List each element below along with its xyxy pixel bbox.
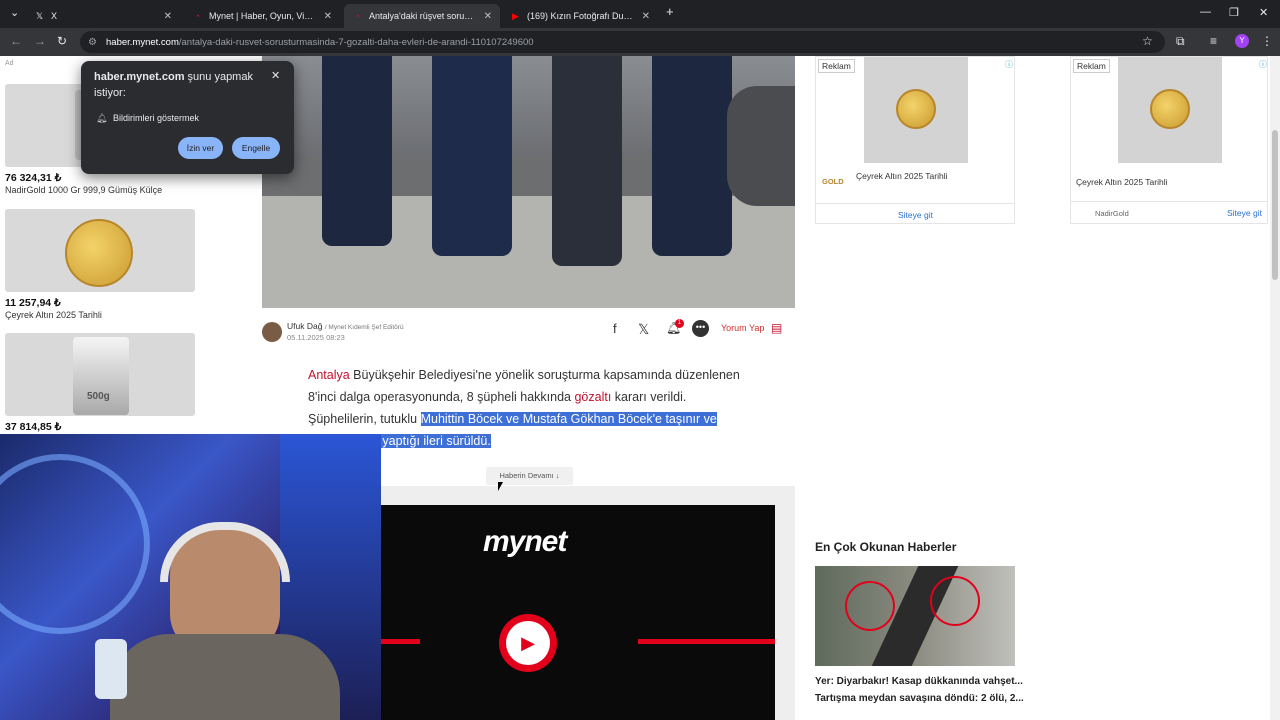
back-icon[interactable]: ←	[10, 34, 22, 48]
ad-product-image[interactable]	[5, 209, 195, 292]
play-button[interactable]: ▶	[499, 614, 557, 672]
mynet-icon: ◔	[354, 10, 361, 21]
address-bar: ← → ↻ ⚙ haber.mynet.com/antalya-daki-rus…	[0, 28, 1280, 56]
publish-date: 05.11.2025 08:23	[287, 333, 345, 342]
minimize-icon[interactable]: —	[1200, 6, 1211, 18]
profile-avatar[interactable]: Y	[1235, 34, 1249, 48]
forward-icon[interactable]: →	[34, 34, 46, 48]
tab-x[interactable]: 𝕏 X ✕	[26, 4, 180, 28]
menu-icon[interactable]: ⋮	[1261, 34, 1273, 48]
media-control-icon[interactable]: ≡	[1210, 34, 1217, 48]
new-tab-icon[interactable]: +	[666, 4, 674, 19]
reload-icon[interactable]: ↻	[57, 34, 67, 48]
notification-badge: 1	[675, 319, 684, 328]
article-link-gozalti[interactable]: gözaltı	[574, 390, 611, 404]
article-hero-image	[262, 56, 795, 308]
close-window-icon[interactable]: ✕	[1259, 6, 1268, 19]
comments-icon[interactable]: ▤	[771, 321, 782, 335]
url-input[interactable]: ⚙ haber.mynet.com/antalya-daki-rusvet-so…	[80, 31, 1165, 53]
ad-product-name[interactable]: NadirGold 1000 Gr 999,9 Gümüş Külçe	[5, 185, 162, 195]
gold-coin-icon	[65, 219, 133, 287]
ad-title[interactable]: Çeyrek Altın 2025 Tarihli	[856, 171, 948, 181]
ad-price: 37 814,85 ₺	[5, 421, 62, 433]
facebook-icon[interactable]: f	[613, 321, 617, 336]
brand-name: NadirGold	[1095, 209, 1129, 218]
selected-text: Muhittin Böcek ve Mustafa Gökhan Böcek'e…	[420, 412, 717, 426]
ad-visit-link[interactable]: Siteye git	[898, 210, 933, 220]
author-role: / Mynet Kıdemli Şef Editörü	[324, 324, 404, 331]
close-tab-icon[interactable]: ✕	[324, 11, 332, 22]
video-player[interactable]: mynet ▶	[380, 505, 775, 720]
mynet-icon: ◔	[194, 10, 201, 21]
ad-label: Reklam	[818, 59, 855, 73]
tab-antalya-article[interactable]: ◔ Antalya'daki rüşvet soruşturma ✕	[344, 4, 500, 28]
mynet-logo: mynet	[483, 525, 567, 558]
x-logo-icon: 𝕏	[35, 10, 44, 21]
ad-title[interactable]: Çeyrek Altın 2025 Tarihli	[1076, 177, 1168, 187]
bookmark-star-icon[interactable]: ☆	[1142, 34, 1153, 48]
ad-card[interactable]: Reklam ⓘ GOLD Çeyrek Altın 2025 Tarihli …	[815, 56, 1015, 224]
ad-product-name[interactable]: Çeyrek Altın 2025 Tarihli	[5, 310, 102, 320]
extensions-icon[interactable]: ⧉	[1176, 34, 1185, 49]
allow-button[interactable]: İzin ver	[178, 137, 223, 159]
ad-price: 11 257,94 ₺	[5, 297, 61, 309]
ad-product-image[interactable]: 500g	[5, 333, 195, 416]
gold-coin-icon	[896, 89, 936, 129]
popup-title: haber.mynet.com şunu yapmak istiyor:	[94, 71, 253, 99]
news-thumbnail[interactable]	[815, 566, 1015, 666]
news-item[interactable]: Tartışma meydan savaşına döndü: 2 ölü, 2…	[815, 693, 1024, 704]
brand-logo: GOLD	[822, 177, 844, 186]
divider	[638, 639, 775, 644]
close-tab-icon[interactable]: ✕	[484, 11, 492, 22]
mouse-cursor	[498, 482, 503, 491]
popular-news-heading: En Çok Okunan Haberler	[815, 540, 957, 554]
headset	[160, 522, 290, 582]
divider	[380, 639, 420, 644]
news-item[interactable]: Yer: Diyarbakır! Kasap dükkanında vahşet…	[815, 676, 1023, 687]
arrow-down-icon: ↓	[555, 471, 560, 480]
tab-youtube[interactable]: ▶ (169) Kızın Fotoğrafı Dubai'dey ✕	[502, 4, 658, 28]
ad-tag: Ad	[5, 60, 14, 67]
author-avatar[interactable]	[262, 322, 282, 342]
tab-strip: ⌄ 𝕏 X ✕ ◔ Mynet | Haber, Oyun, Video, Sp…	[0, 0, 1280, 28]
author-name[interactable]: Ufuk Dağ	[287, 321, 322, 331]
x-share-icon[interactable]: 𝕏	[638, 321, 649, 338]
ad-image[interactable]	[1118, 57, 1222, 163]
webcam-overlay	[0, 434, 381, 720]
restore-icon[interactable]: ❐	[1229, 6, 1239, 19]
play-icon: ▶	[521, 632, 535, 653]
permission-text: Bildirimleri göstermek	[113, 113, 200, 123]
permission-popup: haber.mynet.com şunu yapmak istiyor: ✕ 🔔…	[81, 61, 294, 174]
close-icon[interactable]: ✕	[271, 69, 280, 82]
gold-coin-icon	[1150, 89, 1190, 129]
tab-mynet-home[interactable]: ◔ Mynet | Haber, Oyun, Video, Sp ✕	[184, 4, 340, 28]
block-button[interactable]: Engelle	[232, 137, 280, 159]
microphone	[95, 639, 127, 699]
ad-price: 76 324,31 ₺	[5, 172, 62, 184]
ad-visit-link[interactable]: Siteye git	[1227, 208, 1262, 218]
site-info-icon[interactable]: ⚙	[88, 37, 97, 48]
close-tab-icon[interactable]: ✕	[642, 11, 650, 22]
scrollbar-thumb[interactable]	[1272, 130, 1278, 280]
bell-icon: 🔔︎	[96, 113, 108, 123]
ad-info-icon[interactable]: ⓘ	[1005, 59, 1013, 70]
tab-search-icon[interactable]: ⌄	[10, 6, 19, 19]
ad-label: Reklam	[1073, 59, 1110, 73]
ad-card[interactable]: Reklam ⓘ Çeyrek Altın 2025 Tarihli Nadir…	[1070, 56, 1268, 224]
article-link-antalya[interactable]: Antalya	[308, 368, 350, 382]
author-bar: Ufuk Dağ / Mynet Kıdemli Şef Editörü 05.…	[262, 319, 795, 349]
ad-info-icon[interactable]: ⓘ	[1259, 59, 1267, 70]
youtube-icon: ▶	[512, 10, 519, 21]
close-tab-icon[interactable]: ✕	[164, 11, 172, 22]
comment-link[interactable]: Yorum Yap	[721, 323, 764, 333]
more-options-icon[interactable]: •••	[692, 320, 709, 337]
ad-image[interactable]	[864, 57, 968, 163]
